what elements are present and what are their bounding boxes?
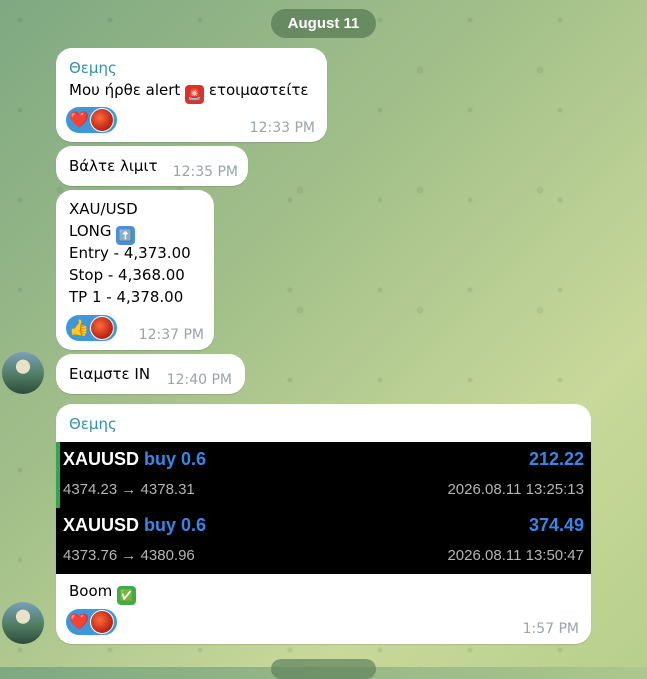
- message-text: Ειαμστε IN: [69, 365, 151, 383]
- message-bubble[interactable]: Βάλτε λιμιτ 12:35 PM: [56, 146, 248, 186]
- message-time: 12:35 PM: [172, 164, 238, 180]
- message-caption: Boom ✅: [69, 582, 137, 605]
- trade-symbol: XAUUSD buy 0.6: [63, 515, 207, 535]
- message-line: TP 1 - 4,378.00: [69, 288, 184, 306]
- message-line: XAU/USD: [69, 200, 138, 218]
- sender-name[interactable]: Θεμης: [69, 59, 117, 77]
- message-line: LONG ⬆️: [69, 222, 136, 245]
- message-text-part: ετοιμαστείτε: [208, 81, 309, 99]
- message-text: Μου ήρθε alert 🚨 ετοιμαστείτε: [69, 81, 309, 104]
- trade-symbol: XAUUSD buy 0.6: [63, 449, 207, 469]
- message-time: 12:40 PM: [166, 372, 232, 388]
- date-separator[interactable]: [271, 659, 376, 679]
- check-mark-emoji-icon: ✅: [117, 586, 137, 605]
- trade-price: 4374.23 → 4378.31: [63, 481, 195, 498]
- reaction-chip[interactable]: ❤️: [66, 609, 117, 635]
- message-line: Entry - 4,373.00: [69, 244, 191, 262]
- police-light-icon: 🚨: [185, 85, 205, 104]
- message-bubble[interactable]: Θεμης Μου ήρθε alert 🚨 ετοιμαστείτε ❤️ 1…: [56, 48, 327, 142]
- reaction-chip[interactable]: ❤️: [66, 107, 117, 133]
- sender-avatar[interactable]: [2, 352, 44, 394]
- trade-profit: 374.49: [528, 515, 584, 535]
- sender-avatar[interactable]: [2, 602, 44, 644]
- up-arrow-emoji-icon: ⬆️: [116, 226, 136, 245]
- reaction-chip[interactable]: 👍: [66, 315, 117, 341]
- message-time: 12:33 PM: [249, 120, 315, 136]
- message-time: 1:57 PM: [522, 621, 579, 637]
- reactor-avatar: [89, 316, 114, 340]
- selected-indicator: [56, 442, 60, 508]
- message-time: 12:37 PM: [138, 327, 204, 343]
- message-bubble[interactable]: XAU/USD LONG ⬆️ Entry - 4,373.00 Stop - …: [56, 190, 214, 350]
- reactor-avatar: [89, 610, 114, 634]
- trade-row[interactable]: XAUUSD buy 0.6 212.22 4374.23 → 4378.31 …: [56, 442, 591, 508]
- trade-profit: 212.22: [528, 449, 584, 469]
- sender-name[interactable]: Θεμης: [69, 415, 117, 433]
- reactor-avatar: [89, 108, 114, 132]
- trade-datetime: 2026.08.11 13:25:13: [447, 481, 584, 498]
- trade-row[interactable]: XAUUSD buy 0.6 374.49 4373.76 → 4380.96 …: [56, 508, 591, 574]
- trade-datetime: 2026.08.11 13:50:47: [447, 547, 584, 564]
- message-text: Βάλτε λιμιτ: [69, 157, 158, 175]
- message-line: Stop - 4,368.00: [69, 266, 185, 284]
- message-text-part: Μου ήρθε alert: [69, 81, 181, 99]
- thumbs-up-icon: 👍: [69, 318, 89, 337]
- heart-icon: ❤️: [69, 110, 89, 129]
- message-bubble[interactable]: Ειαμστε IN 12:40 PM: [56, 354, 245, 394]
- date-separator[interactable]: August 11: [271, 9, 376, 38]
- heart-icon: ❤️: [69, 612, 89, 631]
- trade-price: 4373.76 → 4380.96: [63, 547, 195, 564]
